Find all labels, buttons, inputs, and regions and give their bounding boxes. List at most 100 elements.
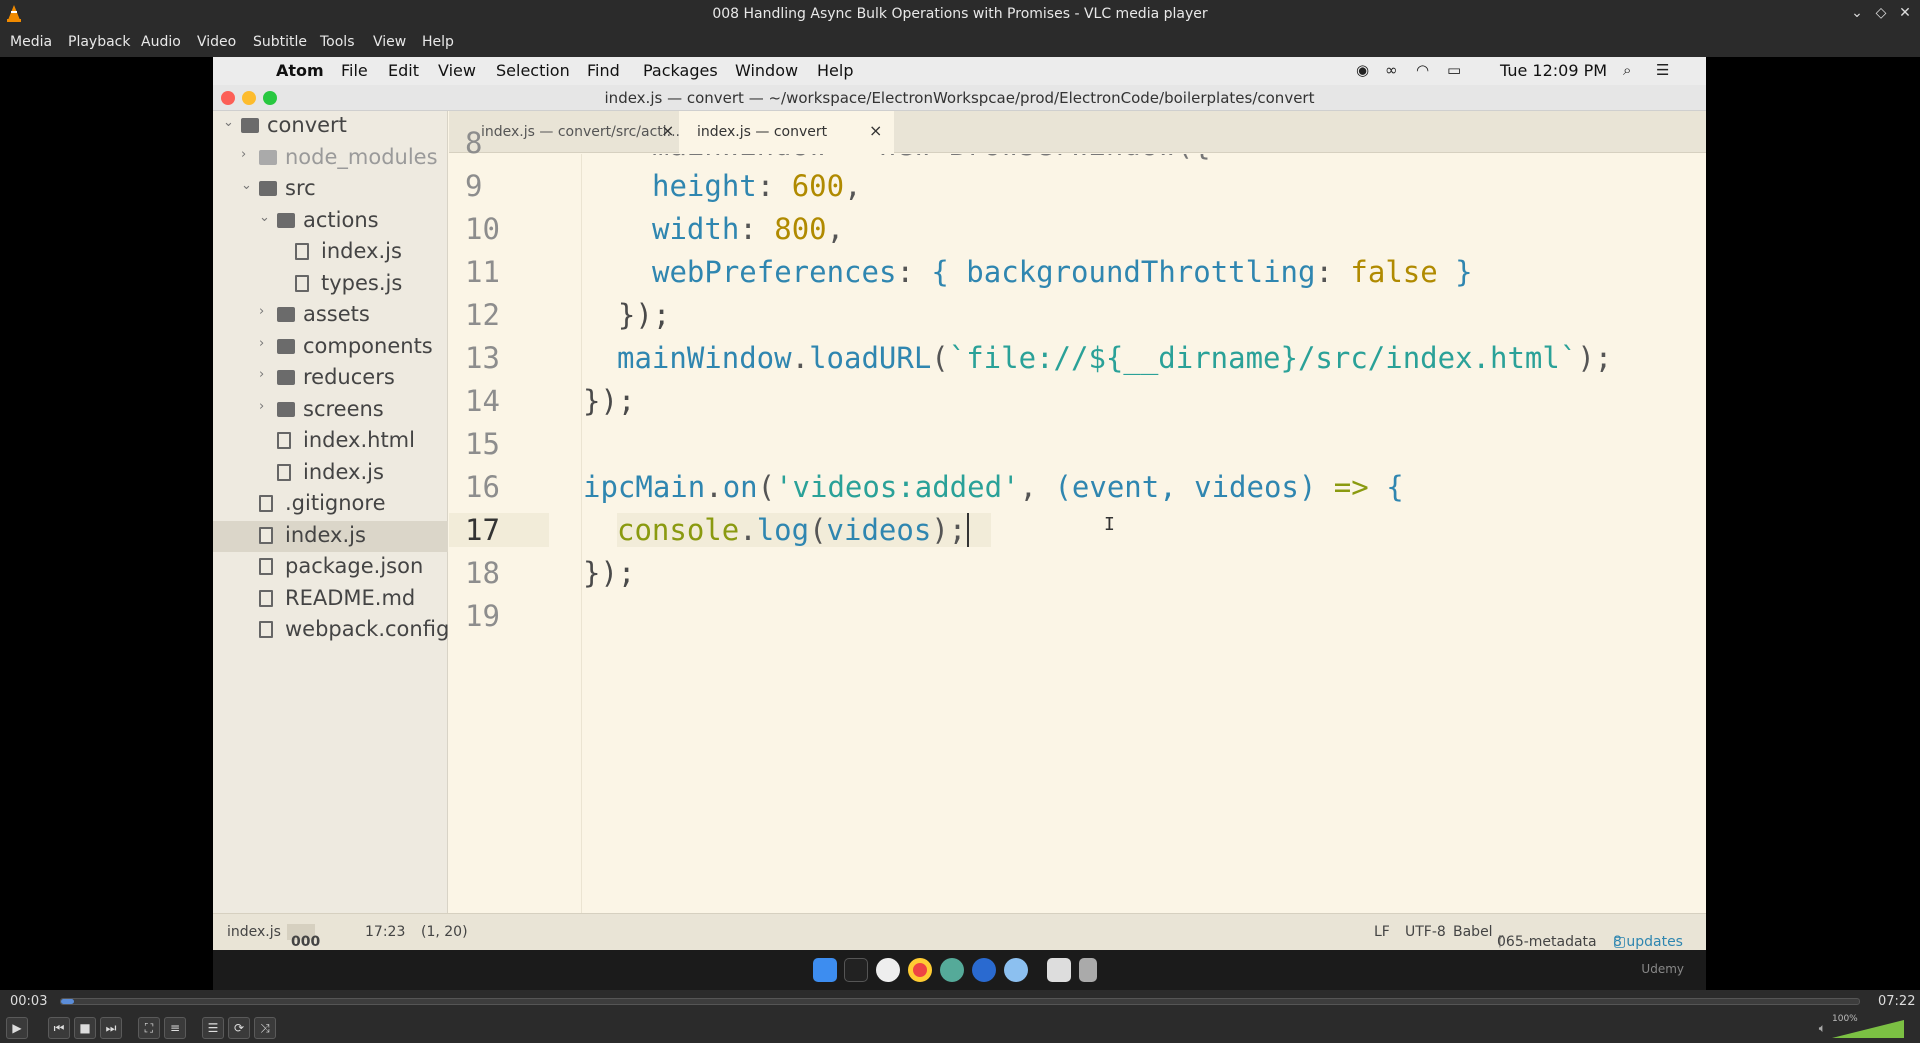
- menu-video[interactable]: Video: [197, 34, 236, 50]
- browser-icon[interactable]: [972, 958, 996, 982]
- tree-item-actions[interactable]: ⌄ actions: [213, 206, 448, 237]
- chevron-right-icon[interactable]: ›: [259, 304, 264, 319]
- code-token: backgroundThrottling: [966, 255, 1316, 289]
- file-encoding[interactable]: UTF-8: [1405, 924, 1446, 940]
- folder-icon: [259, 149, 277, 165]
- code-token: false: [1350, 255, 1438, 289]
- finder-icon[interactable]: [813, 958, 837, 982]
- tree-item-types-js[interactable]: types.js: [213, 269, 448, 300]
- tree-item-index-js[interactable]: index.js: [213, 458, 448, 489]
- seek-slider[interactable]: [60, 998, 1860, 1005]
- line-number-gutter: 8 9 10 11 12 13 14 15 16 17 18 19: [449, 126, 582, 913]
- wifi-icon: ◠: [1416, 61, 1430, 79]
- tree-item-convert[interactable]: ⌄ convert: [213, 111, 448, 142]
- close-tab-icon[interactable]: ×: [661, 121, 674, 140]
- code-token: webPreferences: [652, 255, 897, 289]
- total-time: 07:22: [1878, 994, 1916, 1009]
- file-icon: [277, 463, 291, 481]
- tree-item-label: src: [285, 176, 316, 200]
- line-number: 14: [465, 384, 500, 418]
- seek-progress: [61, 999, 74, 1004]
- tab-bar: index.js — convert/src/acti... × index.j…: [449, 111, 1706, 153]
- menu-view[interactable]: View: [373, 34, 406, 50]
- chevron-right-icon[interactable]: ›: [241, 147, 246, 162]
- tree-item-node-modules[interactable]: › node_modules: [213, 143, 448, 174]
- close-tab-icon[interactable]: ×: [869, 121, 882, 140]
- folder-icon: [277, 401, 295, 417]
- speaker-icon[interactable]: 🔈︎: [1819, 1021, 1826, 1036]
- close-icon[interactable]: ✕: [1896, 4, 1914, 22]
- file-icon: [259, 495, 273, 512]
- mac-menu-selection: Selection: [496, 61, 570, 80]
- menu-tools[interactable]: Tools: [320, 34, 355, 50]
- trash-icon[interactable]: [1079, 958, 1097, 982]
- linter-counts[interactable]: 0 0 0: [287, 924, 320, 950]
- file-icon: [295, 243, 309, 260]
- tree-item-label: index.html: [303, 428, 415, 452]
- mac-menu-window: Window: [735, 61, 799, 80]
- tree-item-reducers[interactable]: › reducers: [213, 363, 448, 394]
- chevron-right-icon[interactable]: ›: [259, 336, 264, 351]
- chevron-down-icon[interactable]: ⌄: [223, 115, 234, 130]
- minimize-icon[interactable]: ⌄: [1848, 4, 1866, 22]
- cursor-position[interactable]: 17:23: [365, 924, 405, 940]
- terminal-icon[interactable]: [844, 958, 868, 982]
- next-button[interactable]: ⏭: [100, 1017, 122, 1039]
- chevron-right-icon[interactable]: ›: [259, 367, 264, 382]
- smiley-app-icon[interactable]: [876, 958, 900, 982]
- status-bar: index.js 0 0 0 17:23 (1, 20) LF UTF-8 Ba…: [213, 913, 1706, 950]
- menu-audio[interactable]: Audio: [141, 34, 181, 50]
- tree-item-label: assets: [303, 302, 370, 326]
- menu-playback[interactable]: Playback: [68, 34, 130, 50]
- tree-item-components[interactable]: › components: [213, 332, 448, 363]
- tree-item-screens[interactable]: › screens: [213, 395, 448, 426]
- loop-button[interactable]: ⟳: [228, 1017, 250, 1039]
- chevron-right-icon[interactable]: ›: [259, 399, 264, 414]
- status-file[interactable]: index.js: [227, 924, 281, 940]
- tree-item-index-html[interactable]: index.html: [213, 426, 448, 457]
- chevron-down-icon[interactable]: ⌄: [259, 210, 270, 225]
- play-button[interactable]: ▶: [6, 1017, 28, 1039]
- tree-item-gitignore[interactable]: .gitignore: [213, 489, 448, 520]
- tree-item-index-js[interactable]: index.js: [213, 520, 448, 552]
- line-number: 17: [449, 513, 549, 547]
- tree-item-readme-md[interactable]: README.md: [213, 584, 448, 615]
- tree-item-package-json[interactable]: package.json: [213, 552, 448, 583]
- code-line-8: mainWindow = new BrowserWindow({: [617, 154, 1211, 162]
- tab-root-index[interactable]: index.js — convert ×: [679, 111, 894, 153]
- chevron-down-icon[interactable]: ⌄: [241, 178, 252, 193]
- line-number: 18: [465, 556, 500, 590]
- fullscreen-button[interactable]: ⛶: [138, 1017, 160, 1039]
- grammar-selector[interactable]: Babel: [1453, 924, 1493, 940]
- mac-menu-help: Help: [817, 61, 854, 80]
- shuffle-button[interactable]: ⤨: [254, 1017, 276, 1039]
- code-line-14: });: [583, 384, 636, 418]
- previous-button[interactable]: ⏮: [48, 1017, 70, 1039]
- documents-icon[interactable]: [1047, 958, 1071, 982]
- extended-settings-button[interactable]: ≡: [164, 1017, 186, 1039]
- elapsed-time: 00:03: [10, 994, 48, 1009]
- tree-item-label: actions: [303, 207, 379, 232]
- code-editor[interactable]: mainWindow = new BrowserWindow({ height:…: [583, 154, 1706, 913]
- compass-icon[interactable]: [940, 958, 964, 982]
- tree-item-assets[interactable]: › assets: [213, 300, 448, 331]
- stop-button[interactable]: ■: [74, 1017, 96, 1039]
- menu-help[interactable]: Help: [422, 34, 454, 50]
- playlist-button[interactable]: ☰: [202, 1017, 224, 1039]
- menu-media[interactable]: Media: [10, 34, 52, 50]
- mac-menu-atom: Atom: [276, 61, 324, 80]
- code-token: videos: [826, 513, 932, 547]
- code-token: ipcMain: [583, 470, 706, 504]
- line-ending[interactable]: LF: [1374, 924, 1390, 940]
- tree-item-index-js[interactable]: index.js: [213, 237, 448, 268]
- chrome-icon[interactable]: [908, 958, 932, 982]
- error-count: 0: [291, 934, 301, 950]
- safari-icon[interactable]: [1004, 958, 1028, 982]
- menu-subtitle[interactable]: Subtitle: [253, 34, 307, 50]
- tree-item-webpack-config[interactable]: webpack.config.: [213, 615, 456, 646]
- code-token: 800: [774, 212, 827, 246]
- volume-slider[interactable]: 100%: [1832, 1014, 1904, 1038]
- line-number: 15: [465, 427, 500, 461]
- maximize-icon[interactable]: ◇: [1872, 4, 1890, 22]
- tree-item-src[interactable]: ⌄ src: [213, 174, 448, 205]
